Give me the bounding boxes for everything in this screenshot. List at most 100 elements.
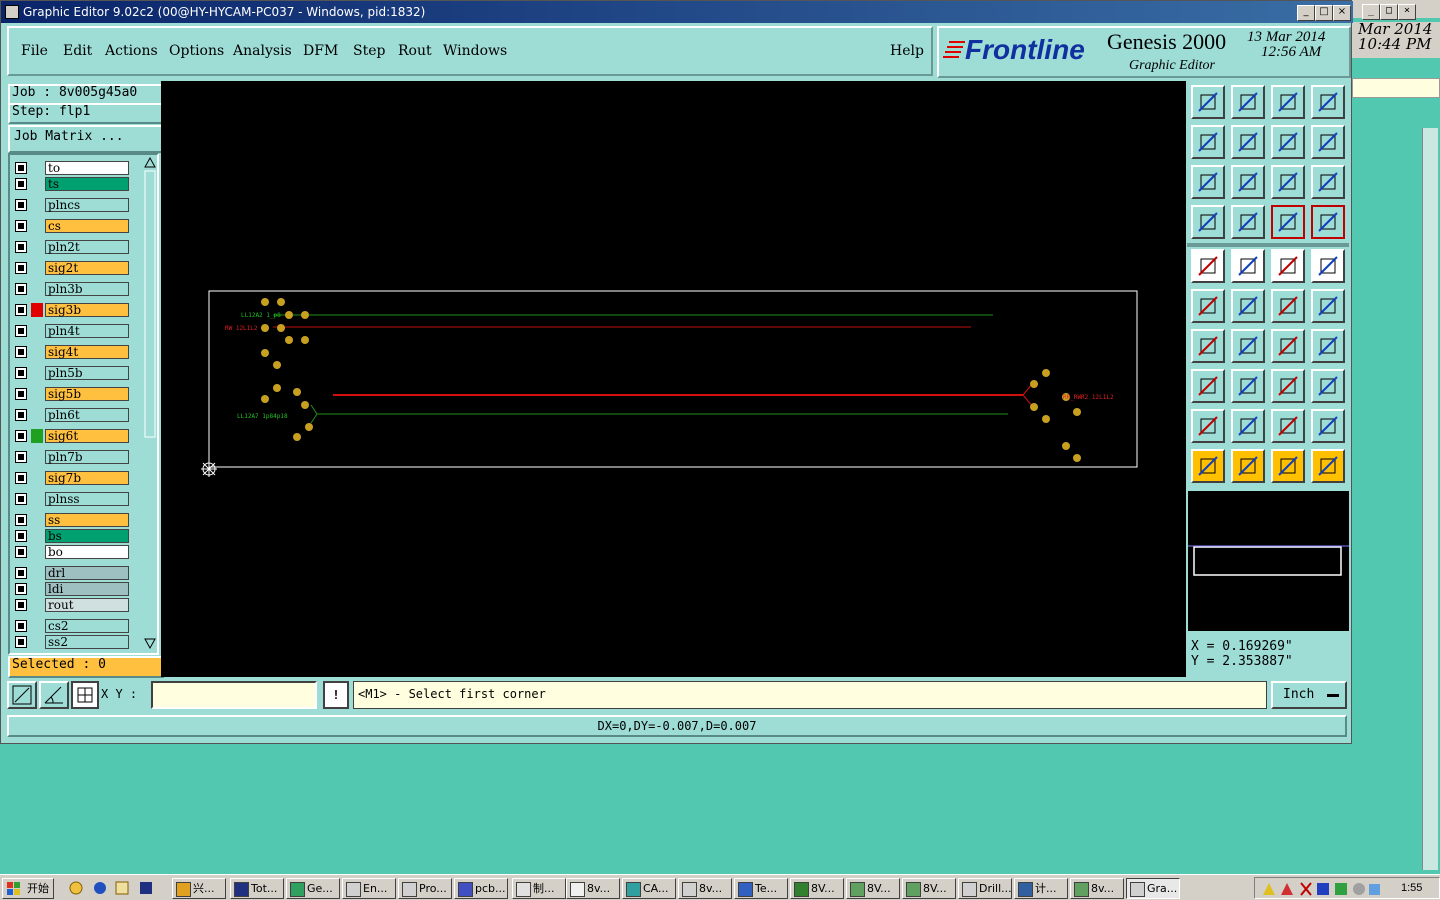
taskbar-item[interactable]: 8v... <box>678 878 732 899</box>
select-net-tool[interactable] <box>1311 449 1345 483</box>
layer-row-to[interactable]: to <box>13 161 133 175</box>
taskbar-item[interactable]: 8V... <box>790 878 844 899</box>
overview-window[interactable] <box>1188 491 1349 631</box>
xy-input[interactable] <box>151 681 317 709</box>
maximize-icon[interactable]: □ <box>1380 4 1398 20</box>
layer-row-drl[interactable]: drl <box>13 566 133 580</box>
menu-file[interactable]: File <box>21 43 48 59</box>
layer-row-ts[interactable]: ts <box>13 177 133 191</box>
home-tool[interactable] <box>1271 85 1305 119</box>
layer-row-sig7b[interactable]: sig7b <box>13 471 133 485</box>
layer-checkbox[interactable] <box>15 620 27 632</box>
menu-dfm[interactable]: DFM <box>303 43 338 59</box>
taskbar-item[interactable]: 8V... <box>846 878 900 899</box>
connect-tool[interactable] <box>1191 289 1225 323</box>
query-tool[interactable] <box>1311 165 1345 199</box>
arc-add-tool[interactable] <box>1271 329 1305 363</box>
menu-analysis[interactable]: Analysis <box>233 43 292 59</box>
zoom-window-tool[interactable] <box>1311 85 1345 119</box>
taskbar-item[interactable]: 计... <box>1014 878 1068 899</box>
layer-row-bs[interactable]: bs <box>13 529 133 543</box>
taskbar-item[interactable]: 制... <box>512 878 566 899</box>
menu-windows[interactable]: Windows <box>443 43 507 59</box>
select-touch-tool[interactable] <box>1231 449 1265 483</box>
layer-checkbox[interactable] <box>15 472 27 484</box>
menu-actions[interactable]: Actions <box>105 43 158 59</box>
select-rotate-tool[interactable] <box>1271 449 1305 483</box>
layer-row-sig5b[interactable]: sig5b <box>13 387 133 401</box>
layer-row-sig3b[interactable]: sig3b <box>13 303 133 317</box>
layer-scrollbar[interactable] <box>143 155 157 653</box>
line-edit-tool[interactable] <box>1231 329 1265 363</box>
layer-row-pln5b[interactable]: pln5b <box>13 366 133 380</box>
layer-checkbox[interactable] <box>15 262 27 274</box>
layer-checkbox[interactable] <box>15 346 27 358</box>
redraw-tool[interactable] <box>1311 125 1345 159</box>
layer-checkbox[interactable] <box>15 241 27 253</box>
snap-lines-tool[interactable] <box>1311 205 1345 239</box>
pan-right-tool[interactable] <box>1231 125 1265 159</box>
triangle-cut-tool[interactable] <box>1311 409 1345 443</box>
minimize-icon[interactable]: _ <box>1297 5 1315 21</box>
layer-checkbox[interactable] <box>15 599 27 611</box>
layer-checkbox[interactable] <box>15 162 27 174</box>
layer-down-tool[interactable] <box>1231 85 1265 119</box>
fit-profile-tool[interactable] <box>1191 165 1225 199</box>
close-icon[interactable]: × <box>1333 5 1351 21</box>
graphic-canvas[interactable]: LL12A2 1_p8 RW 12L1L2 LL12A7 1p84p18 RR_… <box>161 81 1186 677</box>
move-arc-tool[interactable] <box>1311 289 1345 323</box>
layer-checkbox[interactable] <box>15 530 27 542</box>
menu-help[interactable]: Help <box>890 43 924 59</box>
maximize-icon[interactable]: □ <box>1315 5 1333 21</box>
taskbar-item[interactable]: 兴... <box>172 878 226 899</box>
taskbar-item[interactable]: Pro... <box>398 878 452 899</box>
layer-checkbox[interactable] <box>15 567 27 579</box>
move-point-tool[interactable] <box>1271 289 1305 323</box>
layer-checkbox[interactable] <box>15 583 27 595</box>
taskbar-item[interactable]: Tot... <box>230 878 284 899</box>
menu-edit[interactable]: Edit <box>63 43 92 59</box>
layer-row-ss[interactable]: ss <box>13 513 133 527</box>
start-button[interactable]: 开始 <box>2 878 54 899</box>
layer-checkbox[interactable] <box>15 178 27 190</box>
layer-row-plncs[interactable]: plncs <box>13 198 133 212</box>
layer-checkbox[interactable] <box>15 283 27 295</box>
layer-checkbox[interactable] <box>15 304 27 316</box>
layer-checkbox[interactable] <box>15 388 27 400</box>
dimension-tool[interactable] <box>1271 369 1305 403</box>
menu-rout[interactable]: Rout <box>398 43 432 59</box>
taskbar-item[interactable]: Ge... <box>286 878 340 899</box>
layer-row-cs[interactable]: cs <box>13 219 133 233</box>
taskbar-item[interactable]: 8V... <box>902 878 956 899</box>
layer-checkbox[interactable] <box>15 199 27 211</box>
ruler-tool[interactable] <box>1271 249 1305 283</box>
move-copy-tool[interactable] <box>1231 249 1265 283</box>
taskbar-item[interactable]: pcb... <box>454 878 508 899</box>
triangle-edit-tool[interactable] <box>1191 409 1225 443</box>
units-dropdown[interactable]: Inch <box>1271 681 1347 709</box>
layer-checkbox[interactable] <box>15 493 27 505</box>
measure-tool[interactable] <box>1191 205 1225 239</box>
snap-tool-button[interactable] <box>7 681 37 709</box>
layer-row-pln7b[interactable]: pln7b <box>13 450 133 464</box>
layer-row-sig4t[interactable]: sig4t <box>13 345 133 359</box>
undo-view-tool[interactable] <box>1271 125 1305 159</box>
resize-tool[interactable] <box>1191 369 1225 403</box>
layer-checkbox[interactable] <box>15 325 27 337</box>
layer-checkbox[interactable] <box>15 367 27 379</box>
layer-checkbox[interactable] <box>15 514 27 526</box>
arc-a-tool[interactable] <box>1271 409 1305 443</box>
layer-checkbox[interactable] <box>15 409 27 421</box>
group-tool[interactable] <box>1311 369 1345 403</box>
layer-row-pln2t[interactable]: pln2t <box>13 240 133 254</box>
layer-up-tool[interactable] <box>1191 85 1225 119</box>
taskbar-item[interactable]: CA... <box>622 878 676 899</box>
angle-tool-button[interactable] <box>39 681 69 709</box>
line-add-tool[interactable] <box>1191 329 1225 363</box>
line-split-tool[interactable] <box>1231 369 1265 403</box>
close-icon[interactable]: × <box>1398 4 1416 20</box>
layer-checkbox[interactable] <box>15 546 27 558</box>
taskbar-item[interactable]: 8v... <box>1070 878 1124 899</box>
layer-checkbox[interactable] <box>15 220 27 232</box>
job-matrix-button[interactable]: Job Matrix ... <box>8 125 166 153</box>
